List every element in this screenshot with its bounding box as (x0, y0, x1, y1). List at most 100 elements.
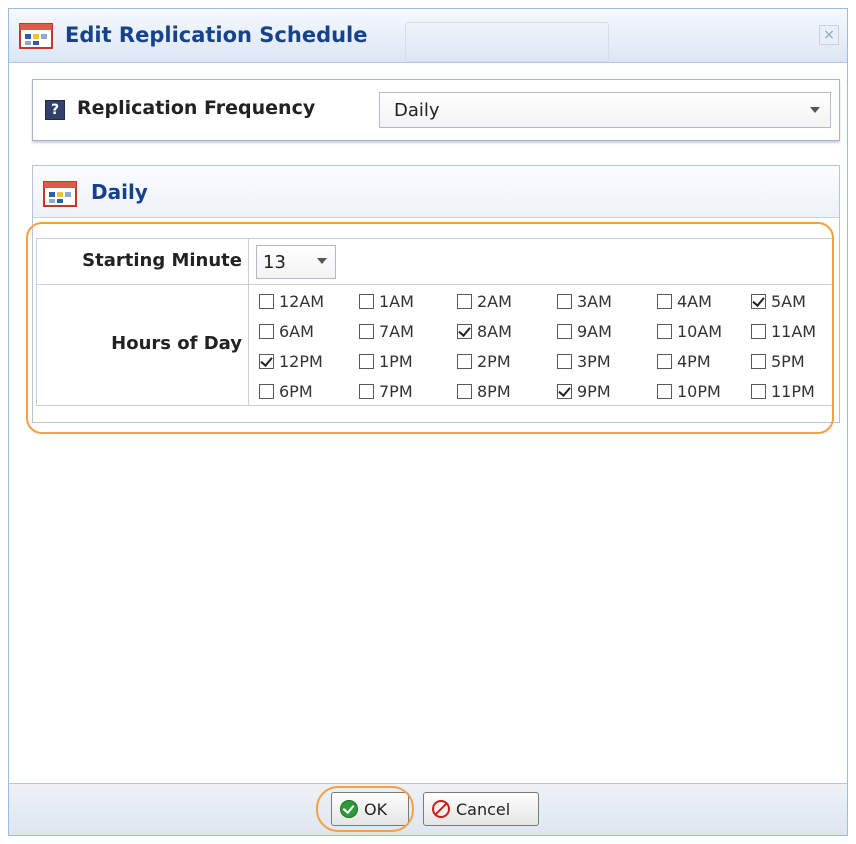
hour-label: 4AM (677, 291, 712, 311)
hour-option[interactable]: 11AM (751, 317, 816, 345)
hour-label: 7PM (379, 381, 413, 401)
hour-checkbox[interactable] (657, 323, 672, 339)
chevron-down-icon[interactable] (317, 258, 327, 264)
cancel-circle-icon (432, 800, 450, 818)
calendar-icon (43, 181, 77, 207)
hour-checkbox[interactable] (259, 323, 274, 339)
hour-checkbox[interactable] (359, 293, 374, 309)
hour-checkbox[interactable] (457, 353, 472, 369)
hour-checkbox[interactable] (557, 323, 572, 339)
hour-checkbox[interactable] (557, 383, 572, 399)
daily-panel-title: Daily (91, 180, 148, 204)
hour-option[interactable]: 8AM (457, 317, 512, 345)
hour-checkbox[interactable] (457, 323, 472, 339)
hour-checkbox[interactable] (751, 383, 766, 399)
hour-option[interactable]: 10AM (657, 317, 722, 345)
hour-label: 2AM (477, 291, 512, 311)
check-circle-icon (340, 800, 358, 818)
hour-label: 8PM (477, 381, 511, 401)
hour-checkbox[interactable] (259, 383, 274, 399)
hour-option[interactable]: 12PM (259, 347, 323, 375)
hour-label: 11PM (771, 381, 815, 401)
hour-option[interactable]: 12AM (259, 287, 324, 315)
hour-checkbox[interactable] (557, 293, 572, 309)
hour-option[interactable]: 6AM (259, 317, 314, 345)
hour-option[interactable]: 7AM (359, 317, 414, 345)
hour-checkbox[interactable] (751, 353, 766, 369)
hour-checkbox[interactable] (359, 353, 374, 369)
hour-label: 3PM (577, 351, 611, 371)
hour-option[interactable]: 8PM (457, 377, 511, 405)
hours-checkbox-grid: 12AM 1AM 2AM 3AM 4AM 5AM 6AM 7AM 8AM 9AM 10AM 11AM 1… (259, 287, 835, 405)
hour-label: 10AM (677, 321, 723, 341)
hour-checkbox[interactable] (657, 383, 672, 399)
ok-button-label: OK (364, 799, 388, 819)
hour-option[interactable]: 4AM (657, 287, 712, 315)
hour-option[interactable]: 1AM (359, 287, 414, 315)
close-icon[interactable]: × (819, 25, 839, 45)
hour-option[interactable]: 7PM (359, 377, 413, 405)
hour-option[interactable]: 3AM (557, 287, 612, 315)
hour-label: 6AM (279, 321, 314, 341)
hour-option[interactable]: 2PM (457, 347, 511, 375)
hour-label: 1AM (379, 291, 414, 311)
hour-label: 3AM (577, 291, 612, 311)
hour-checkbox[interactable] (657, 293, 672, 309)
hour-option[interactable]: 9AM (557, 317, 612, 345)
hour-option[interactable]: 4PM (657, 347, 711, 375)
hour-checkbox[interactable] (457, 383, 472, 399)
hours-of-day-label: Hours of Day (111, 333, 242, 354)
hour-label: 8AM (477, 321, 512, 341)
hour-label: 5AM (771, 291, 806, 311)
hour-checkbox[interactable] (751, 293, 766, 309)
ok-button[interactable]: OK (331, 792, 409, 826)
replication-frequency-select[interactable]: Daily (379, 92, 831, 128)
starting-minute-label-cell: Starting Minute (37, 239, 249, 284)
hour-checkbox[interactable] (359, 383, 374, 399)
hour-checkbox[interactable] (359, 323, 374, 339)
hour-option[interactable]: 5AM (751, 287, 806, 315)
window-titlebar: Edit Replication Schedule × (9, 9, 847, 63)
hour-option[interactable]: 6PM (259, 377, 313, 405)
hour-checkbox[interactable] (457, 293, 472, 309)
starting-minute-select[interactable]: 13 (256, 245, 336, 279)
replication-frequency-label: Replication Frequency (77, 97, 316, 119)
cancel-button-label: Cancel (456, 799, 511, 819)
hours-of-day-label-cell: Hours of Day (37, 285, 249, 406)
hour-checkbox[interactable] (657, 353, 672, 369)
replication-frequency-panel: ? Replication Frequency Daily (32, 79, 840, 141)
hour-label: 10PM (677, 381, 721, 401)
replication-frequency-value: Daily (394, 100, 440, 121)
hour-label: 12AM (279, 291, 325, 311)
chevron-down-icon[interactable] (810, 107, 820, 113)
cancel-button[interactable]: Cancel (423, 792, 539, 826)
hour-checkbox[interactable] (557, 353, 572, 369)
hour-label: 7AM (379, 321, 414, 341)
starting-minute-value: 13 (263, 252, 286, 273)
hour-option[interactable]: 10PM (657, 377, 721, 405)
hour-option[interactable]: 11PM (751, 377, 815, 405)
hour-checkbox[interactable] (751, 323, 766, 339)
hour-checkbox[interactable] (259, 293, 274, 309)
edit-replication-schedule-window: Edit Replication Schedule × ? Replicatio… (8, 8, 848, 836)
hour-label: 1PM (379, 351, 413, 371)
hour-label: 12PM (279, 351, 323, 371)
hour-option[interactable]: 2AM (457, 287, 512, 315)
hour-option[interactable]: 9PM (557, 377, 611, 405)
schedule-grid: Starting Minute 13 Hours of Day 12AM 1AM 2… (36, 238, 834, 406)
hour-label: 9PM (577, 381, 611, 401)
hour-label: 9AM (577, 321, 612, 341)
hour-label: 5PM (771, 351, 805, 371)
hour-label: 11AM (771, 321, 817, 341)
hour-option[interactable]: 1PM (359, 347, 413, 375)
window-title: Edit Replication Schedule (65, 23, 368, 47)
hour-label: 4PM (677, 351, 711, 371)
help-icon[interactable]: ? (45, 100, 65, 120)
hour-option[interactable]: 5PM (751, 347, 805, 375)
hour-checkbox[interactable] (259, 353, 274, 369)
hour-option[interactable]: 3PM (557, 347, 611, 375)
starting-minute-label: Starting Minute (82, 250, 242, 271)
background-button-ghost (405, 22, 609, 62)
hour-label: 6PM (279, 381, 313, 401)
daily-panel: Daily Starting Minute 13 Hours of Day 12… (32, 165, 840, 423)
